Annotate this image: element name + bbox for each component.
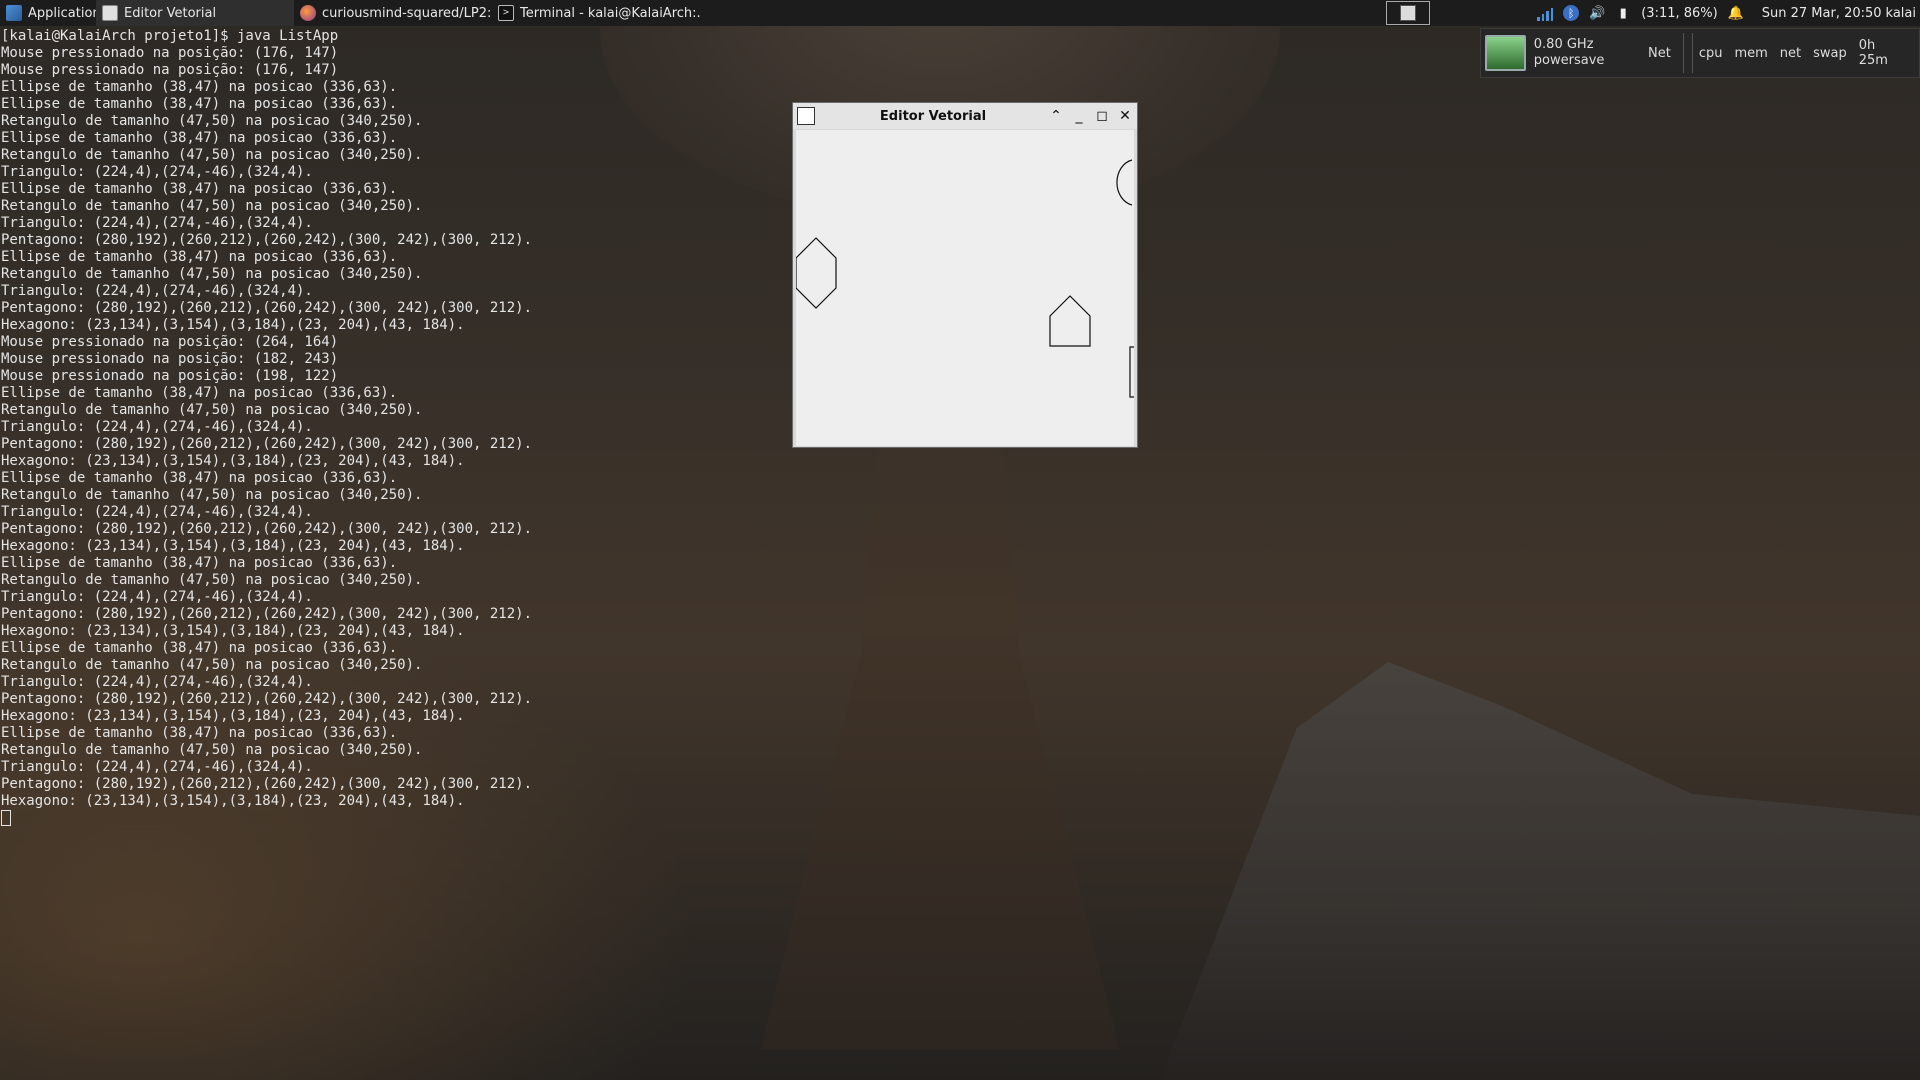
- terminal-line: Mouse pressionado na posição: (198, 122): [1, 368, 339, 384]
- terminal-line: Ellipse de tamanho (38,47) na posicao (3…: [1, 470, 398, 486]
- system-tray: ᛒ 🔊 ▮ (3:11, 86%) 🔔 Sun 27 Mar, 20:50 ka…: [1537, 0, 1920, 26]
- cpu-frequency-icon: [1485, 35, 1526, 71]
- monitor-separator: [1683, 33, 1693, 73]
- terminal-icon: >: [498, 5, 514, 21]
- terminal-line: Pentagono: (280,192),(260,212),(260,242)…: [1, 606, 533, 622]
- window-title: Editor Vetorial: [879, 108, 987, 124]
- editor-vetorial-window[interactable]: Editor Vetorial ⌃ _ ◻ ✕: [792, 102, 1138, 448]
- show-desktop-button[interactable]: [1386, 1, 1430, 25]
- terminal-line: Triangulo: (224,4),(274,-46),(324,4).: [1, 589, 313, 605]
- terminal-line: Mouse pressionado na posição: (176, 147): [1, 62, 339, 78]
- terminal-line: Triangulo: (224,4),(274,-46),(324,4).: [1, 674, 313, 690]
- ellipse-shape[interactable]: [1116, 159, 1133, 206]
- terminal-line: Triangulo: (224,4),(274,-46),(324,4).: [1, 215, 313, 231]
- memory-monitor[interactable]: mem: [1734, 46, 1767, 61]
- terminal-line: Ellipse de tamanho (38,47) na posicao (3…: [1, 181, 398, 197]
- pentagon-shape[interactable]: [1049, 295, 1091, 347]
- firefox-icon: [300, 5, 316, 21]
- terminal-line: Ellipse de tamanho (38,47) na posicao (3…: [1, 79, 398, 95]
- terminal-line: Retangulo de tamanho (47,50) na posicao …: [1, 147, 423, 163]
- terminal-line: Retangulo de tamanho (47,50) na posicao …: [1, 742, 423, 758]
- terminal-line: Pentagono: (280,192),(260,212),(260,242)…: [1, 776, 533, 792]
- uptime: 0h 25m: [1858, 38, 1888, 68]
- terminal-line: Mouse pressionado na posição: (182, 243): [1, 351, 339, 367]
- taskbar-item-label: Editor Vetorial: [124, 5, 217, 21]
- terminal-line: Ellipse de tamanho (38,47) na posicao (3…: [1, 96, 398, 112]
- terminal-line: Triangulo: (224,4),(274,-46),(324,4).: [1, 164, 313, 180]
- minimize-button[interactable]: _: [1070, 107, 1088, 125]
- terminal-line: Ellipse de tamanho (38,47) na posicao (3…: [1, 130, 398, 146]
- terminal-line: Hexagono: (23,134),(3,154),(3,184),(23, …: [1, 538, 465, 554]
- network-monitor[interactable]: net: [1780, 46, 1801, 61]
- taskbar-item-terminal[interactable]: > Terminal - kalai@KalaiArch:...: [492, 0, 700, 26]
- hexagon-shape[interactable]: [795, 237, 837, 309]
- cpu-frequency-readout: 0.80 GHz powersave: [1534, 37, 1648, 69]
- terminal-line: Triangulo: (224,4),(274,-46),(324,4).: [1, 283, 313, 299]
- window-icon: [1400, 5, 1416, 21]
- terminal-line: Mouse pressionado na posição: (264, 164): [1, 334, 339, 350]
- terminal-line: [kalai@KalaiArch projeto1]$ java ListApp: [1, 28, 339, 44]
- terminal-line: Ellipse de tamanho (38,47) na posicao (3…: [1, 385, 398, 401]
- drawing-canvas[interactable]: [795, 130, 1134, 446]
- java-window-icon: [102, 5, 118, 21]
- terminal-cursor: [1, 810, 11, 826]
- close-button[interactable]: ✕: [1116, 107, 1134, 125]
- shade-button[interactable]: ⌃: [1047, 107, 1065, 125]
- user-name[interactable]: kalai: [1886, 6, 1916, 21]
- terminal-lines: [kalai@KalaiArch projeto1]$ java ListApp…: [1, 28, 532, 810]
- bluetooth-icon[interactable]: ᛒ: [1563, 5, 1580, 21]
- volume-icon[interactable]: 🔊: [1589, 5, 1605, 21]
- terminal-line: Hexagono: (23,134),(3,154),(3,184),(23, …: [1, 623, 465, 639]
- terminal-line: Pentagono: (280,192),(260,212),(260,242)…: [1, 436, 533, 452]
- taskbar-item-label: curiousmind-squared/LP2: ...: [322, 5, 492, 21]
- system-monitor-panel: 0.80 GHz powersave Net cpu mem net swap …: [1480, 28, 1920, 78]
- terminal-line: Pentagono: (280,192),(260,212),(260,242)…: [1, 232, 533, 248]
- terminal-line: Hexagono: (23,134),(3,154),(3,184),(23, …: [1, 708, 465, 724]
- terminal-output[interactable]: [kalai@KalaiArch projeto1]$ java ListApp…: [1, 28, 532, 831]
- notification-bell-icon[interactable]: 🔔: [1728, 5, 1744, 21]
- terminal-line: Retangulo de tamanho (47,50) na posicao …: [1, 266, 423, 282]
- taskbar-item-browser[interactable]: curiousmind-squared/LP2: ...: [294, 0, 492, 26]
- clock[interactable]: Sun 27 Mar, 20:50: [1762, 6, 1882, 21]
- cpu-frequency-value: 0.80 GHz: [1533, 37, 1594, 52]
- terminal-line: Retangulo de tamanho (47,50) na posicao …: [1, 402, 423, 418]
- applications-menu[interactable]: Applications: [0, 0, 96, 26]
- net-label[interactable]: Net: [1648, 46, 1677, 61]
- terminal-line: Ellipse de tamanho (38,47) na posicao (3…: [1, 640, 398, 656]
- battery-status: (3:11, 86%): [1641, 5, 1718, 21]
- battery-icon[interactable]: ▮: [1615, 5, 1631, 21]
- terminal-line: Ellipse de tamanho (38,47) na posicao (3…: [1, 555, 398, 571]
- taskbar-item-label: Terminal - kalai@KalaiArch:...: [520, 5, 700, 21]
- terminal-line: Hexagono: (23,134),(3,154),(3,184),(23, …: [1, 317, 465, 333]
- terminal-line: Pentagono: (280,192),(260,212),(260,242)…: [1, 300, 533, 316]
- maximize-button[interactable]: ◻: [1093, 107, 1111, 125]
- window-titlebar[interactable]: Editor Vetorial ⌃ _ ◻ ✕: [793, 103, 1137, 129]
- terminal-line: Triangulo: (224,4),(274,-46),(324,4).: [1, 504, 313, 520]
- top-panel: Applications Editor Vetorial curiousmind…: [0, 0, 1920, 26]
- cpu-governor: powersave: [1533, 53, 1605, 68]
- terminal-line: Hexagono: (23,134),(3,154),(3,184),(23, …: [1, 453, 465, 469]
- terminal-line: Mouse pressionado na posição: (176, 147): [1, 45, 339, 61]
- terminal-line: Hexagono: (23,134),(3,154),(3,184),(23, …: [1, 793, 465, 809]
- cpu-monitor[interactable]: cpu: [1699, 46, 1723, 61]
- terminal-line: Triangulo: (224,4),(274,-46),(324,4).: [1, 759, 313, 775]
- terminal-line: Ellipse de tamanho (38,47) na posicao (3…: [1, 725, 398, 741]
- terminal-line: Retangulo de tamanho (47,50) na posicao …: [1, 657, 423, 673]
- applications-label: Applications: [28, 5, 96, 21]
- network-signal-icon[interactable]: [1537, 5, 1554, 21]
- taskbar-item-editor-vetorial[interactable]: Editor Vetorial: [96, 0, 294, 26]
- swap-monitor[interactable]: swap: [1813, 46, 1847, 61]
- terminal-line: Triangulo: (224,4),(274,-46),(324,4).: [1, 419, 313, 435]
- terminal-line: Retangulo de tamanho (47,50) na posicao …: [1, 198, 423, 214]
- rectangle-shape[interactable]: [1129, 346, 1134, 398]
- terminal-line: Ellipse de tamanho (38,47) na posicao (3…: [1, 249, 398, 265]
- terminal-line: Retangulo de tamanho (47,50) na posicao …: [1, 487, 423, 503]
- terminal-line: Retangulo de tamanho (47,50) na posicao …: [1, 113, 423, 129]
- canvas-svg: [795, 159, 1134, 398]
- terminal-line: Pentagono: (280,192),(260,212),(260,242)…: [1, 691, 533, 707]
- terminal-line: Retangulo de tamanho (47,50) na posicao …: [1, 572, 423, 588]
- terminal-line: Pentagono: (280,192),(260,212),(260,242)…: [1, 521, 533, 537]
- xfce-menu-icon: [6, 5, 22, 21]
